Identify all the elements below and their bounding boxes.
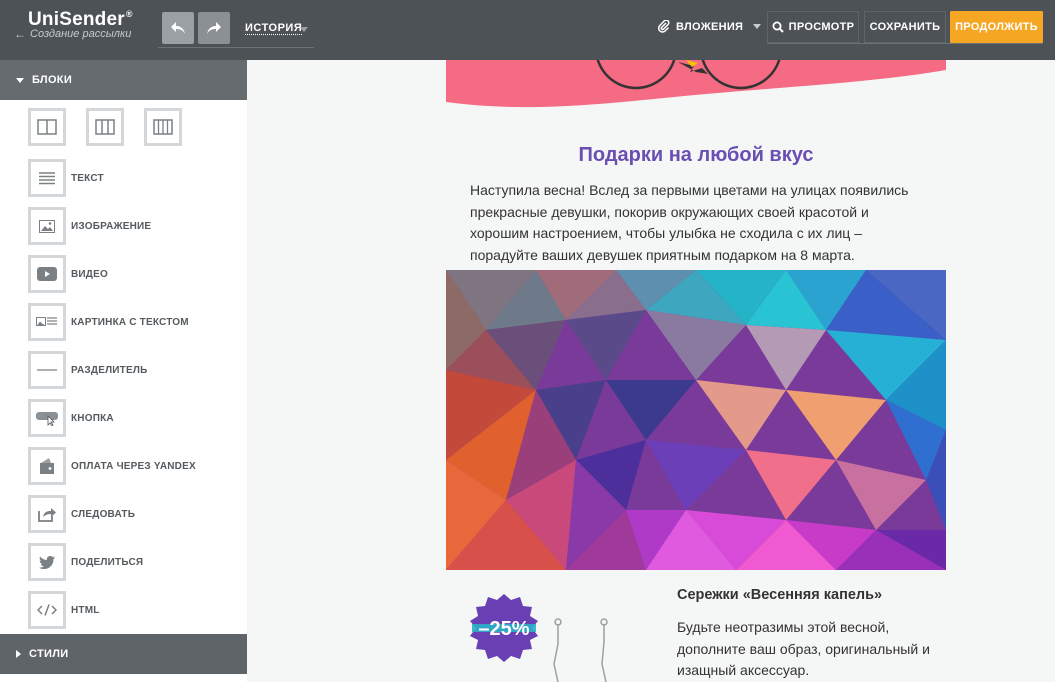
undo-icon (171, 22, 185, 34)
block-image-with-text[interactable]: КАРТИНКА С ТЕКСТОМ (28, 303, 189, 341)
text-icon (28, 159, 66, 197)
polygon-art-image[interactable] (446, 270, 946, 570)
block-video-label: ВИДЕО (71, 268, 108, 280)
image-with-text-icon (28, 303, 66, 341)
history-dropdown[interactable]: ИСТОРИЯ (245, 22, 303, 35)
chevron-down-icon (753, 24, 762, 29)
block-yandex-payment-label: ОПЛАТА ЧЕРЕЗ YANDEX (71, 460, 196, 472)
block-follow[interactable]: СЛЕДОВАТЬ (28, 495, 135, 533)
block-button-label: КНОПКА (71, 412, 114, 424)
paperclip-icon (658, 20, 670, 33)
sidebar: БЛОКИ ТЕКСТ ИЗОБРАЖЕНИЕ ВИДЕО КАРТИНКА С… (0, 60, 247, 682)
blocks-title: БЛОКИ (32, 74, 73, 86)
block-text-label: ТЕКСТ (71, 172, 104, 184)
block-image[interactable]: ИЗОБРАЖЕНИЕ (28, 207, 151, 245)
block-video[interactable]: ВИДЕО (28, 255, 108, 293)
two-columns-icon[interactable] (28, 108, 66, 146)
styles-section-header[interactable]: СТИЛИ (0, 634, 247, 674)
attachments-dropdown[interactable]: ВЛОЖЕНИЯ (658, 20, 762, 33)
attachments-label: ВЛОЖЕНИЯ (676, 20, 744, 33)
discount-badge: –25% (470, 594, 608, 682)
block-html[interactable]: HTML (28, 591, 100, 629)
caret-down-icon (16, 77, 24, 83)
block-yandex-payment[interactable]: ОПЛАТА ЧЕРЕЗ YANDEX (28, 447, 196, 485)
block-divider[interactable]: РАЗДЕЛИТЕЛЬ (28, 351, 147, 389)
back-label: Создание рассылки (30, 28, 132, 40)
product-title[interactable]: Сережки «Весенняя капель» (677, 587, 882, 603)
top-bar: UniSender® ← Создание рассылки ИСТОРИЯ В… (0, 0, 1055, 60)
discount-text: –25% (478, 618, 529, 640)
back-link[interactable]: ← Создание рассылки (14, 27, 131, 41)
image-icon (28, 207, 66, 245)
block-image-label: ИЗОБРАЖЕНИЕ (71, 220, 152, 232)
wallet-icon (28, 447, 66, 485)
caret-right-icon (16, 650, 21, 658)
undo-button[interactable] (162, 12, 194, 44)
email-canvas: Подарки на любой вкус Наступила весна! В… (247, 60, 1055, 682)
back-arrow-icon: ← (14, 27, 26, 41)
code-icon (28, 591, 66, 629)
email-body: Подарки на любой вкус Наступила весна! В… (446, 60, 946, 682)
magnifier-icon (772, 21, 784, 33)
email-intro-text[interactable]: Наступила весна! Вслед за первыми цветам… (470, 180, 930, 266)
history-group: ИСТОРИЯ (158, 12, 314, 48)
block-html-label: HTML (71, 604, 100, 616)
preview-label: ПРОСМОТР (788, 21, 855, 33)
redo-icon (207, 22, 221, 34)
chevron-down-icon[interactable] (300, 27, 308, 32)
block-share[interactable]: ПОДЕЛИТЬСЯ (28, 543, 143, 581)
block-text[interactable]: ТЕКСТ (28, 159, 104, 197)
three-columns-icon[interactable] (86, 108, 124, 146)
video-icon (28, 255, 66, 293)
share-icon (28, 495, 66, 533)
continue-button[interactable]: ПРОДОЛЖИТЬ (950, 11, 1043, 43)
block-button[interactable]: КНОПКА (28, 399, 114, 437)
block-share-label: ПОДЕЛИТЬСЯ (71, 556, 144, 568)
blocks-section-header[interactable]: БЛОКИ (0, 60, 247, 100)
action-buttons: ПРОСМОТР СОХРАНИТЬ ПРОДОЛЖИТЬ (767, 10, 1043, 44)
twitter-icon (28, 543, 66, 581)
preview-button[interactable]: ПРОСМОТР (767, 11, 859, 43)
email-heading[interactable]: Подарки на любой вкус (446, 144, 946, 167)
button-icon (28, 399, 66, 437)
divider-icon (28, 351, 66, 389)
block-divider-label: РАЗДЕЛИТЕЛЬ (71, 364, 148, 376)
product-description[interactable]: Будьте неотразимы этой весной, дополните… (677, 617, 937, 682)
header-banner-image[interactable] (446, 60, 946, 132)
styles-title: СТИЛИ (29, 648, 69, 660)
redo-button[interactable] (198, 12, 230, 44)
block-image-with-text-label: КАРТИНКА С ТЕКСТОМ (71, 316, 189, 328)
block-follow-label: СЛЕДОВАТЬ (71, 508, 136, 520)
column-layouts (28, 108, 182, 146)
four-columns-icon[interactable] (144, 108, 182, 146)
save-button[interactable]: СОХРАНИТЬ (864, 11, 946, 43)
